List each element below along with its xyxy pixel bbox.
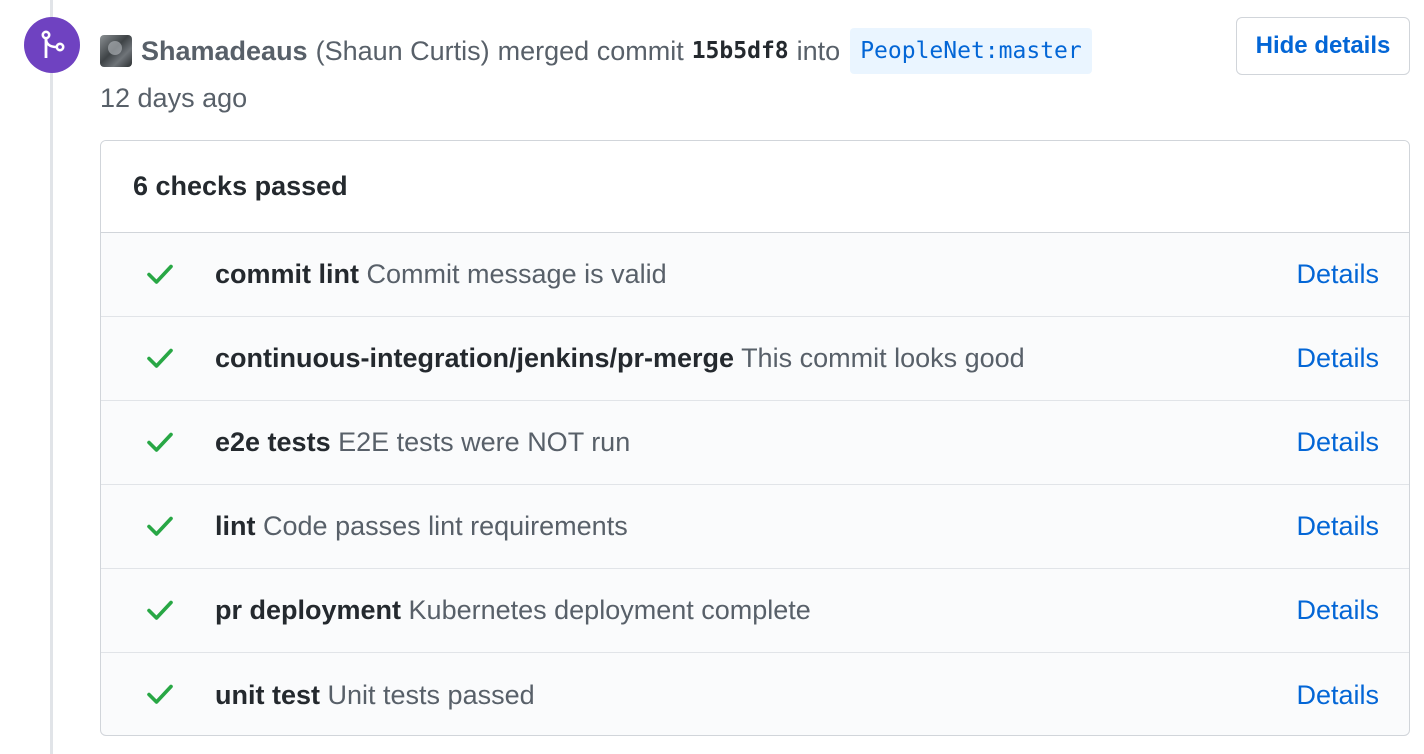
- check-description: Unit tests passed: [327, 679, 535, 710]
- check-list: commit lint Commit message is valid Deta…: [101, 233, 1409, 735]
- pull-request-timeline-event: Shamadeaus (Shaun Curtis) merged commit …: [0, 0, 1424, 754]
- commit-sha-link[interactable]: 15b5df8: [692, 28, 789, 74]
- target-branch[interactable]: PeopleNet:master: [850, 28, 1092, 74]
- check-text: commit lint Commit message is valid: [215, 259, 667, 290]
- check-icon: [147, 264, 173, 284]
- check-name: pr deployment: [215, 595, 402, 625]
- check-details-link[interactable]: Details: [1296, 595, 1379, 626]
- check-details-link[interactable]: Details: [1296, 511, 1379, 542]
- check-name: lint: [215, 511, 256, 541]
- check-row: lint Code passes lint requirements Detai…: [101, 485, 1409, 569]
- check-details-link[interactable]: Details: [1296, 343, 1379, 374]
- check-text: pr deployment Kubernetes deployment comp…: [215, 595, 811, 626]
- check-icon: [147, 684, 173, 704]
- check-details-link[interactable]: Details: [1296, 427, 1379, 458]
- merge-badge: [24, 17, 80, 73]
- check-text: e2e tests E2E tests were NOT run: [215, 427, 630, 458]
- check-text: continuous-integration/jenkins/pr-merge …: [215, 343, 1025, 374]
- check-description: This commit looks good: [741, 343, 1025, 373]
- git-merge-icon: [41, 30, 65, 58]
- check-icon: [147, 432, 173, 452]
- check-text: lint Code passes lint requirements: [215, 511, 628, 542]
- checks-panel: 6 checks passed commit lint Commit messa…: [100, 140, 1410, 736]
- check-name: e2e tests: [215, 427, 331, 457]
- check-row: pr deployment Kubernetes deployment comp…: [101, 569, 1409, 653]
- timeline-line: [50, 0, 53, 754]
- check-name: unit test: [215, 679, 320, 710]
- check-description: Code passes lint requirements: [263, 511, 628, 541]
- author-login-link[interactable]: Shamadeaus: [141, 28, 308, 74]
- avatar[interactable]: [100, 35, 132, 67]
- check-row: unit test Unit tests passed Details: [101, 653, 1409, 735]
- check-description: Commit message is valid: [366, 259, 667, 289]
- check-icon: [147, 348, 173, 368]
- checks-summary: 6 checks passed: [101, 141, 1409, 233]
- check-text: unit test Unit tests passed: [215, 680, 535, 711]
- check-name: continuous-integration/jenkins/pr-merge: [215, 343, 735, 373]
- check-icon: [147, 600, 173, 620]
- hide-details-button[interactable]: Hide details: [1236, 17, 1410, 75]
- event-header: Shamadeaus (Shaun Curtis) merged commit …: [100, 28, 1224, 74]
- check-details-link[interactable]: Details: [1296, 680, 1379, 711]
- check-row: commit lint Commit message is valid Deta…: [101, 233, 1409, 317]
- check-row: e2e tests E2E tests were NOT run Details: [101, 401, 1409, 485]
- check-icon: [147, 516, 173, 536]
- check-name: commit lint: [215, 259, 360, 289]
- check-row: continuous-integration/jenkins/pr-merge …: [101, 317, 1409, 401]
- check-details-link[interactable]: Details: [1296, 259, 1379, 290]
- check-description: Kubernetes deployment complete: [408, 595, 811, 625]
- author-full-name: (Shaun Curtis): [315, 36, 490, 66]
- event-timestamp[interactable]: 12 days ago: [100, 78, 247, 118]
- check-description: E2E tests were NOT run: [338, 427, 631, 457]
- into-label: into: [796, 36, 841, 66]
- event-action: merged commit: [497, 36, 684, 66]
